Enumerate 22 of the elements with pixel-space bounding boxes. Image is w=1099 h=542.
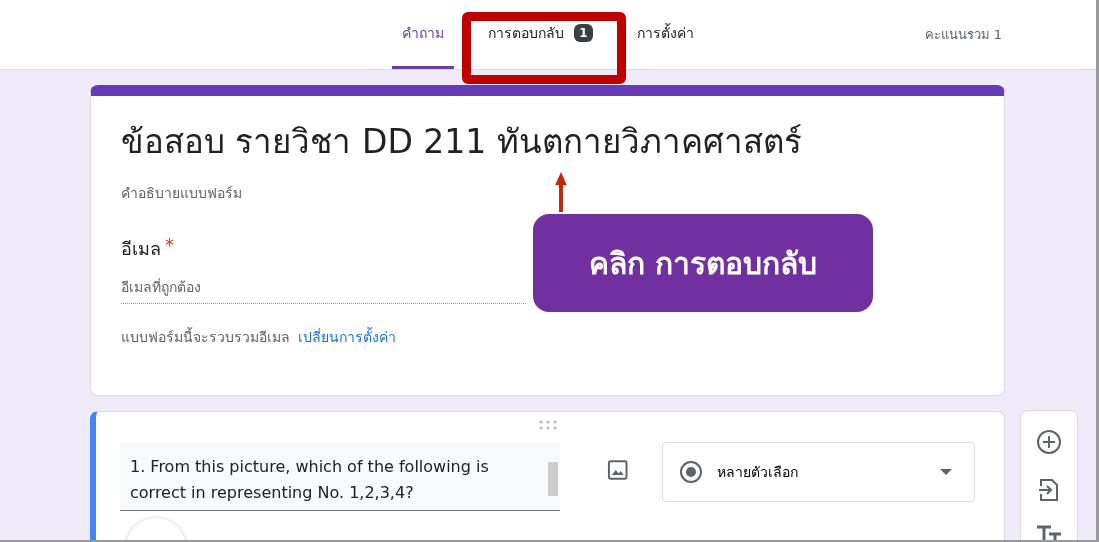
tab[interactable]: การตอบกลับ 1 [478,0,603,69]
tab[interactable]: คำถาม [392,0,455,69]
tab[interactable]: การตั้งค่า [626,0,704,69]
callout-label: คลิก การตอบกลับ [533,214,873,312]
total-points: คะแนนรวม 1 [924,26,1002,44]
form-title[interactable]: ข้อสอบ รายวิชา DD 211 ทันตกายวิภาคศาสตร์ [121,120,974,164]
form-description[interactable]: คำอธิบายแบบฟอร์ม [121,182,974,204]
image-icon[interactable] [606,458,630,482]
text-size-icon[interactable] [1036,525,1062,540]
import-icon[interactable] [1038,477,1060,503]
collect-email-note: แบบฟอร์มนี้จะรวบรวมอีเมล [121,326,290,347]
required-mark: * [165,234,174,257]
count-badge: 1 [574,24,593,42]
question-type-dropdown[interactable]: หลายตัวเลือก [661,442,975,502]
caret-icon [940,469,952,475]
radio-icon [678,460,703,484]
email-label: อีเมล [121,237,161,261]
scrollbar-icon [548,462,559,496]
change-settings-link[interactable]: เปลี่ยนการตั้งค่า [298,326,396,348]
drag-handle-icon[interactable] [537,420,558,430]
question-field[interactable]: 1. From this picture, which of the following is correct in representing No. 1,2,3,4? [120,442,561,511]
add-icon[interactable] [1036,429,1062,455]
